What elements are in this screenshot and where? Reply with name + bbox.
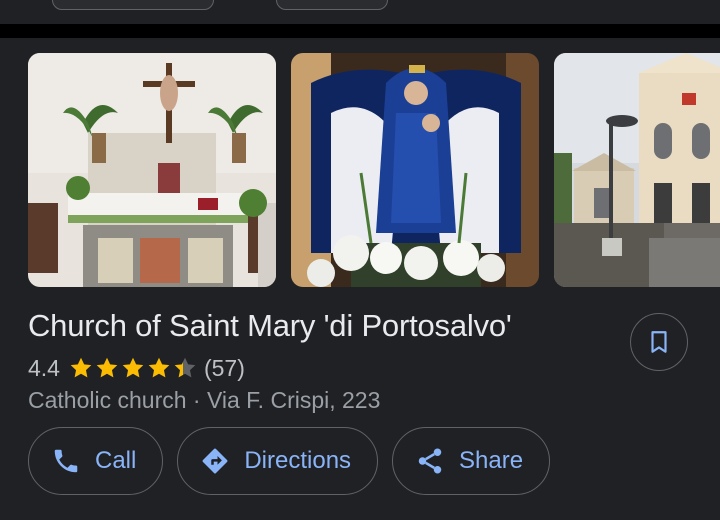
- star-icon: [122, 357, 144, 378]
- action-buttons: Call Directions Share: [28, 427, 564, 495]
- star-icon: [174, 357, 196, 378]
- top-bar: [0, 0, 720, 24]
- sheet-divider: [0, 24, 720, 38]
- share-button[interactable]: Share: [392, 427, 551, 495]
- place-sheet: Church of Saint Mary 'di Portosalvo' 4.4…: [0, 38, 720, 520]
- photo-church-altar[interactable]: [28, 53, 276, 287]
- rating-row[interactable]: 4.4 (57): [28, 353, 245, 383]
- star-icon: [70, 357, 92, 378]
- place-title: Church of Saint Mary 'di Portosalvo': [28, 308, 512, 343]
- call-label: Call: [95, 447, 137, 474]
- star-icon: [148, 357, 170, 378]
- directions-button[interactable]: Directions: [177, 427, 379, 495]
- photo-church-exterior[interactable]: [554, 53, 720, 287]
- star-icon: [96, 357, 118, 378]
- category-address: Catholic church · Via F. Crispi, 223: [28, 387, 381, 413]
- save-button[interactable]: [630, 313, 688, 371]
- top-chip[interactable]: [52, 0, 214, 10]
- share-icon: [415, 446, 445, 476]
- call-button[interactable]: Call: [28, 427, 164, 495]
- phone-icon: [51, 446, 81, 476]
- bookmark-icon: [646, 329, 672, 355]
- photo-madonna-statue[interactable]: [291, 53, 539, 287]
- directions-label: Directions: [244, 447, 352, 474]
- star-rating: [68, 355, 198, 381]
- directions-icon: [200, 446, 230, 476]
- review-count: (57): [203, 354, 245, 381]
- share-label: Share: [459, 447, 524, 474]
- top-chip[interactable]: [276, 0, 388, 10]
- rating-value: 4.4: [28, 354, 60, 381]
